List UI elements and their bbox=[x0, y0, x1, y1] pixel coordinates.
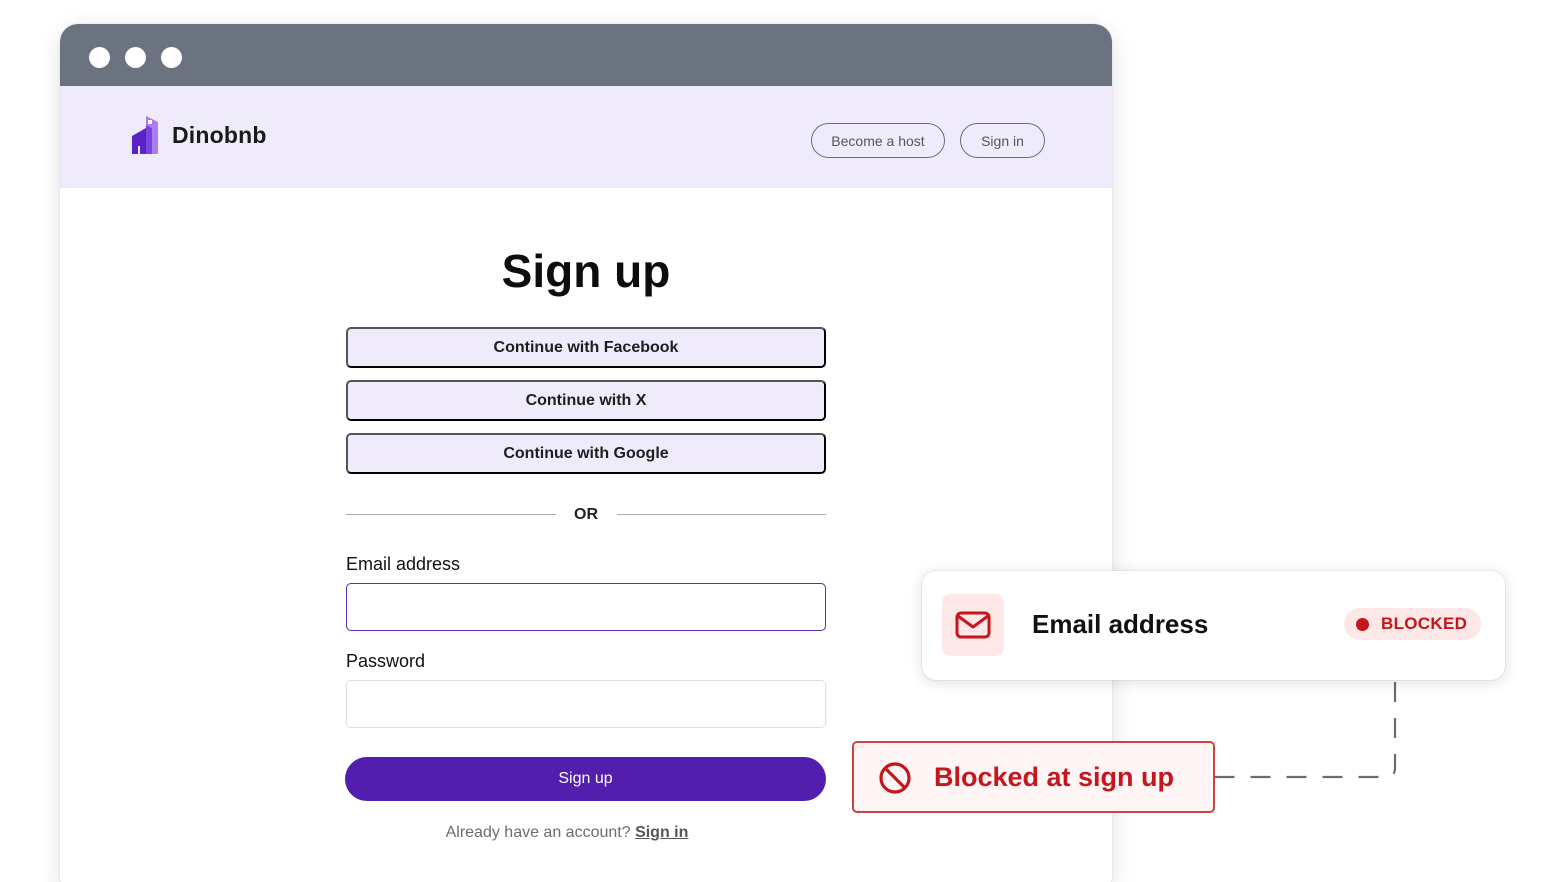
blocked-icon bbox=[879, 762, 911, 794]
sign-in-link[interactable]: Sign in bbox=[635, 824, 688, 841]
card-title: Email address bbox=[1032, 609, 1209, 639]
mail-icon bbox=[955, 611, 991, 639]
blocked-message: Blocked at sign up bbox=[934, 762, 1175, 792]
card-icon-box bbox=[942, 594, 1004, 656]
continue-x-button[interactable]: Continue with X bbox=[346, 380, 826, 421]
brand-logo[interactable]: Dinobnb bbox=[130, 114, 267, 156]
become-host-button[interactable]: Become a host bbox=[811, 123, 945, 158]
sign-in-prompt: Already have an account? Sign in bbox=[60, 824, 1062, 842]
status-badge-text: BLOCKED bbox=[1381, 614, 1468, 633]
window-dot-close[interactable] bbox=[89, 47, 110, 68]
window-dot-minimize[interactable] bbox=[125, 47, 146, 68]
continue-facebook-button[interactable]: Continue with Facebook bbox=[346, 327, 826, 368]
password-label: Password bbox=[346, 651, 426, 671]
email-label: Email address bbox=[346, 554, 461, 574]
browser-titlebar bbox=[60, 24, 1112, 86]
brand-name: Dinobnb bbox=[172, 121, 267, 148]
dinobnb-logo-icon bbox=[132, 116, 158, 154]
or-divider: OR bbox=[346, 504, 826, 526]
window-dot-maximize[interactable] bbox=[161, 47, 182, 68]
blocked-callout: Blocked at sign up bbox=[852, 741, 1215, 813]
divider-line-right bbox=[617, 514, 826, 515]
email-field[interactable] bbox=[346, 583, 826, 631]
divider-text: OR bbox=[574, 506, 598, 523]
page-title: Sign up bbox=[501, 245, 671, 297]
continue-google-button[interactable]: Continue with Google bbox=[346, 433, 826, 474]
email-status-card: Email address BLOCKED bbox=[922, 571, 1505, 680]
status-badge: BLOCKED bbox=[1344, 608, 1481, 640]
sign-up-button[interactable]: Sign up bbox=[345, 757, 826, 801]
already-account-text: Already have an account? bbox=[445, 824, 631, 841]
status-dot bbox=[1356, 617, 1369, 631]
site-header: Dinobnb Become a host Sign in bbox=[60, 86, 1112, 188]
password-field[interactable] bbox=[346, 680, 826, 728]
header-sign-in-button[interactable]: Sign in bbox=[960, 123, 1045, 158]
